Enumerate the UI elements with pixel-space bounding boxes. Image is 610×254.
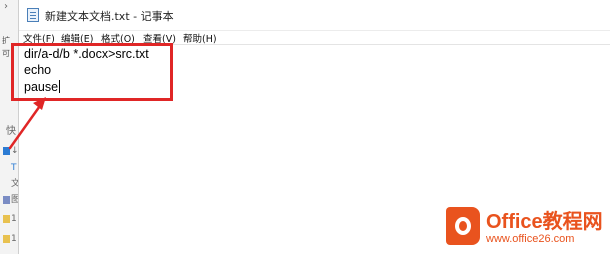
office-logo-icon (446, 207, 480, 245)
folder-icon (3, 147, 10, 155)
menu-help[interactable]: 帮助(H) (183, 31, 217, 45)
editor-line: echo (24, 63, 52, 77)
chevron-right-icon: › (4, 1, 8, 12)
background-label: 快 (6, 126, 16, 137)
window-title: 新建文本文档.txt - 记事本 (45, 10, 174, 23)
notepad-icon (27, 8, 39, 22)
site-watermark: Office教程网 www.office26.com (446, 205, 606, 250)
folder-icon (3, 215, 10, 223)
menu-bar: 文件(F) 编辑(E) 格式(O) 查看(V) 帮助(H) (19, 30, 610, 45)
menu-edit[interactable]: 编辑(E) (61, 31, 93, 45)
menu-view[interactable]: 查看(V) (143, 31, 176, 45)
background-label: T (11, 163, 17, 173)
menu-file[interactable]: 文件(F) (23, 31, 55, 45)
title-bar[interactable]: 新建文本文档.txt - 记事本 (19, 0, 610, 31)
editor-line-text: pause (24, 80, 59, 94)
background-label: 1 (11, 214, 17, 224)
picture-icon (3, 196, 10, 204)
editor-line: pause (24, 80, 61, 94)
menu-format[interactable]: 格式(O) (101, 31, 135, 45)
background-label: 扩 (2, 36, 10, 45)
folder-icon (3, 235, 10, 243)
background-label: 可 (2, 49, 10, 58)
watermark-url: www.office26.com (486, 233, 575, 245)
explorer-side-panel: › 扩 可 快 ↓ T 文 图 1 1 (0, 0, 20, 254)
editor-line: dir/a-d/b *.docx>src.txt (24, 47, 149, 61)
text-caret (59, 80, 61, 93)
background-label: 1 (11, 234, 17, 244)
watermark-name: Office教程网 (486, 211, 603, 233)
